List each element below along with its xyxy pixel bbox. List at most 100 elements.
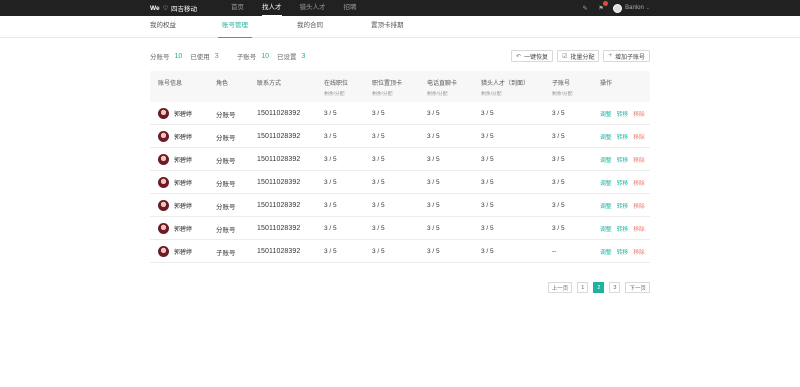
row-actions: 调整 转移 移除 (600, 240, 650, 263)
remove-button[interactable]: 移除 (633, 247, 645, 256)
cell-role: 分账号 (216, 203, 236, 211)
adjust-button[interactable]: 调整 (600, 247, 612, 256)
table-row: 郭碧婷 分账号 15011028392 3 / 5 3 / 5 3 / 5 3 / 5 3 /… (150, 148, 650, 171)
transfer-button[interactable]: 转移 (617, 178, 629, 187)
prev-page-button[interactable]: 上一页 (547, 282, 573, 293)
account-table: 账号信息 角色 联系方式 在线职位 剩余/分配 职位置顶卡 剩余/分配 电话直聊卡剩… (150, 71, 650, 263)
top-bar: We ♡ 四吉移动 首页 找人才 猎头人才 招聘 ✎ ⚑ Banlon ⌄ (0, 0, 800, 16)
stat-child-value: 10 (261, 52, 269, 60)
remove-button[interactable]: 移除 (633, 132, 645, 141)
page-3-button[interactable]: 3 (609, 282, 621, 293)
tab-top-card-schedule[interactable]: 置顶卡排期 (371, 15, 404, 37)
cell-hunter: 3 / 5 (481, 179, 494, 186)
tab-account-manage[interactable]: 账号管理 (218, 15, 252, 38)
notification-icon[interactable]: ⚑ (597, 1, 609, 12)
transfer-button[interactable]: 转移 (617, 109, 629, 118)
toolbar: ↶ 一键恢复 ☑ 批量分配 + 增加子账号 (507, 50, 650, 62)
restore-button[interactable]: ↶ 一键恢复 (511, 50, 554, 62)
remove-button[interactable]: 移除 (633, 155, 645, 164)
cell-role: 分账号 (216, 111, 236, 119)
page-2-button[interactable]: 2 (593, 282, 605, 293)
row-actions: 调整 转移 移除 (600, 125, 650, 148)
assign-icon: ☑ (562, 53, 568, 60)
avatar (158, 177, 169, 188)
stat-set-value: 3 (301, 52, 306, 60)
avatar (158, 154, 169, 165)
cell-role: 分账号 (216, 134, 236, 142)
adjust-button[interactable]: 调整 (600, 224, 612, 233)
cell-top: 3 / 5 (372, 133, 385, 140)
adjust-button[interactable]: 调整 (600, 155, 612, 164)
notification-badge (603, 1, 609, 6)
avatar (158, 200, 169, 211)
adjust-button[interactable]: 调整 (600, 109, 612, 118)
remove-button[interactable]: 移除 (633, 201, 645, 210)
cell-call: 3 / 5 (427, 248, 440, 255)
remove-button[interactable]: 移除 (633, 224, 645, 233)
account-name: 郭碧婷 (174, 250, 193, 256)
remove-button[interactable]: 移除 (633, 178, 645, 187)
cell-hunter: 3 / 5 (481, 133, 494, 140)
table-body: 郭碧婷 分账号 15011028392 3 / 53 / 53 / 53 / 53 /… (150, 102, 650, 263)
cell-online: 3 / 5 (324, 225, 337, 232)
table-row: 郭碧婷 分账号 15011028392 3 / 5 3 / 5 3 / 5 3 / 5 3 /… (150, 194, 650, 217)
cell-top: 3 / 5 (372, 202, 385, 209)
header-phone-sub: 剩余/分配 (427, 92, 448, 97)
topnav-find-talent[interactable]: 找人才 (262, 0, 282, 16)
cell-call: 3 / 5 (427, 110, 440, 117)
tab-my-rights[interactable]: 我的权益 (150, 15, 176, 37)
table-row: 郭碧婷 分账号 15011028392 3 / 5 3 / 5 3 / 5 3 / 5 3 /… (150, 102, 650, 125)
topnav-recruit[interactable]: 招聘 (344, 0, 357, 16)
cell-hunter: 3 / 5 (481, 225, 494, 232)
header-ops: 操作 (600, 81, 613, 87)
next-page-button[interactable]: 下一页 (625, 282, 650, 293)
table-row: 郭碧婷 分账号 15011028392 3 / 5 3 / 5 3 / 5 3 / 5 3 /… (150, 125, 650, 148)
plus-icon: + (608, 53, 612, 59)
transfer-button[interactable]: 转移 (617, 132, 629, 141)
row-actions: 调整 转移 移除 (600, 194, 650, 217)
cell-top: 3 / 5 (372, 179, 385, 186)
avatar (158, 131, 169, 142)
cell-child: 3 / 5 (552, 179, 565, 186)
header-hunter-sub: 剩余/分配 (481, 92, 502, 97)
header-online-label: 在线职位 (324, 81, 349, 87)
topnav-home[interactable]: 首页 (231, 0, 244, 16)
batch-assign-button[interactable]: ☑ 批量分配 (557, 50, 600, 62)
cell-hunter: 3 / 5 (481, 202, 494, 209)
page-1-button[interactable]: 1 (577, 282, 589, 293)
header-phone-label: 电话直聊卡 (427, 81, 458, 87)
stat-set-label: 已设置 (277, 54, 297, 61)
row-actions: 调整 转移 移除 (600, 217, 650, 240)
add-label: 增加子账号 (614, 54, 645, 61)
brand[interactable]: We ♡ 四吉移动 (150, 3, 197, 14)
cell-phone: 15011028392 (257, 202, 301, 209)
cell-top: 3 / 5 (372, 225, 385, 232)
header-child-sub: 剩余/分配 (552, 92, 573, 97)
account-info-cell: 郭碧婷 (158, 240, 192, 263)
message-icon[interactable]: ✎ (581, 4, 589, 12)
row-actions: 调整 转移 移除 (600, 171, 650, 194)
account-info-cell: 郭碧婷 (158, 125, 192, 148)
tab-my-contract[interactable]: 我的合同 (297, 15, 323, 37)
transfer-button[interactable]: 转移 (617, 247, 629, 256)
transfer-button[interactable]: 转移 (617, 201, 629, 210)
account-info-cell: 郭碧婷 (158, 217, 192, 240)
add-child-account-button[interactable]: + 增加子账号 (603, 50, 650, 62)
transfer-button[interactable]: 转移 (617, 224, 629, 233)
adjust-button[interactable]: 调整 (600, 132, 612, 141)
adjust-button[interactable]: 调整 (600, 201, 612, 210)
transfer-button[interactable]: 转移 (617, 155, 629, 164)
adjust-button[interactable]: 调整 (600, 178, 612, 187)
chevron-down-icon[interactable]: ⌄ (646, 5, 650, 11)
user-name[interactable]: Banlon (625, 5, 644, 11)
stat-sub-account-label: 分账号 (150, 54, 170, 61)
topnav-headhunter[interactable]: 猎头人才 (300, 0, 326, 16)
restore-label: 一键恢复 (524, 54, 549, 61)
avatar[interactable] (613, 3, 623, 13)
batch-label: 批量分配 (570, 54, 595, 61)
undo-icon: ↶ (516, 53, 522, 60)
header-child-label: 子账号 (552, 81, 571, 87)
remove-button[interactable]: 移除 (633, 109, 645, 118)
table-row: 郭碧婷 分账号 15011028392 3 / 5 3 / 5 3 / 5 3 / 5 3 /… (150, 217, 650, 240)
table-header: 账号信息 角色 联系方式 在线职位 剩余/分配 职位置顶卡 剩余/分配 电话直聊卡剩… (150, 71, 650, 102)
